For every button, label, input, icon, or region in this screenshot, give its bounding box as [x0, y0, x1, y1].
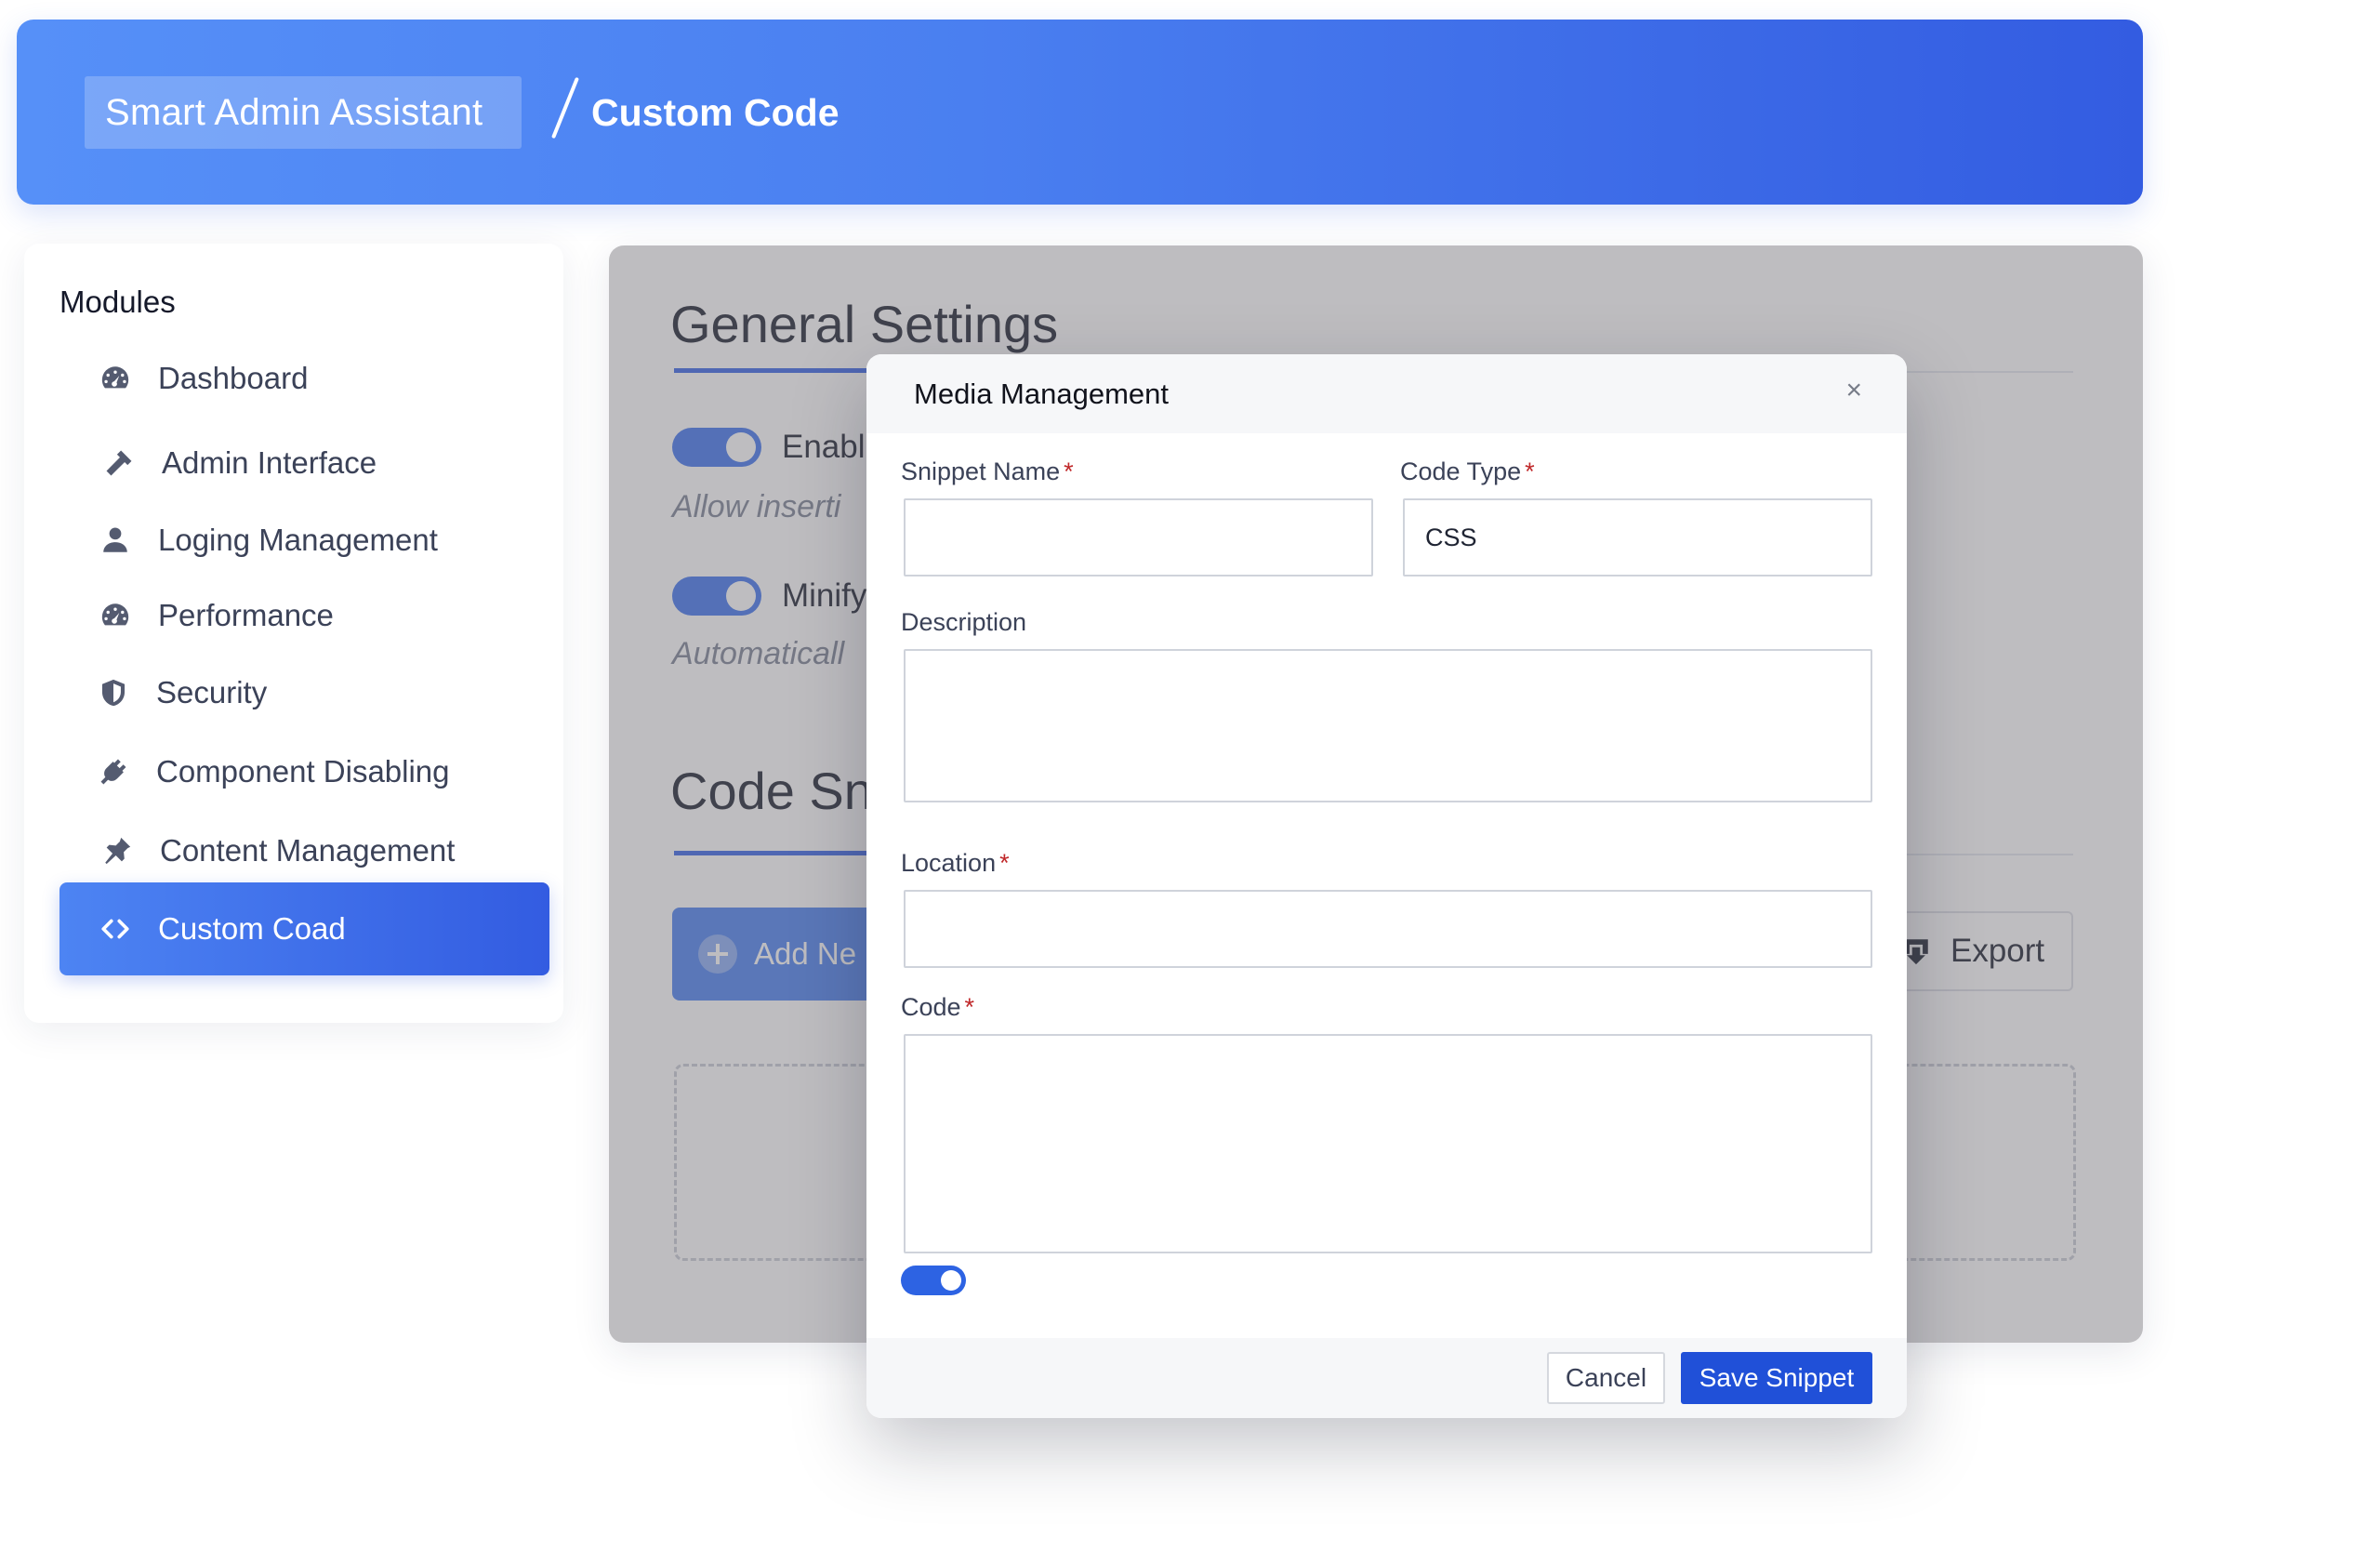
code-type-label: Code Type *: [1400, 457, 1535, 486]
breadcrumb-home[interactable]: Smart Admin Assistant: [85, 76, 522, 149]
code-label: Code *: [901, 993, 974, 1022]
page: Smart Admin Assistant Custom Code Module…: [0, 0, 2380, 1564]
dashboard-gauge-icon: [97, 360, 134, 397]
user-icon: [97, 522, 134, 559]
close-icon[interactable]: ×: [1845, 375, 1862, 406]
code-type-input[interactable]: [1403, 498, 1872, 577]
sidebar-item-label: Custom Coad: [158, 911, 346, 946]
code-type-label-text: Code Type: [1400, 457, 1522, 485]
location-input[interactable]: [904, 890, 1872, 968]
required-mark: *: [1064, 457, 1074, 485]
shield-icon: [95, 674, 132, 711]
snippet-active-toggle[interactable]: [901, 1266, 966, 1295]
sidebar-item-performance[interactable]: Performance: [60, 581, 549, 650]
hammer-icon: [100, 444, 138, 482]
sidebar-item-label: Component Disabling: [156, 754, 450, 789]
sidebar-item-component-disabling[interactable]: Component Disabling: [60, 737, 549, 806]
sidebar-item-label: Content Management: [160, 833, 456, 868]
sidebar-title: Modules: [60, 285, 176, 319]
description-label: Description: [901, 608, 1027, 636]
sidebar-item-label: Admin Interface: [162, 445, 377, 480]
modal-header: Media Management ×: [866, 354, 1907, 433]
code-label-text: Code: [901, 993, 961, 1021]
sidebar-item-loging-management[interactable]: Loging Management: [60, 506, 549, 575]
plug-icon: [95, 753, 132, 790]
snippet-name-label-text: Snippet Name: [901, 457, 1061, 485]
location-label-text: Location: [901, 849, 997, 877]
required-mark: *: [1525, 457, 1535, 485]
sidebar-item-label: Dashboard: [158, 361, 309, 395]
sidebar-item-admin-interface[interactable]: Admin Interface: [60, 429, 549, 497]
performance-gauge-icon: [97, 597, 134, 634]
cancel-button[interactable]: Cancel: [1547, 1352, 1665, 1404]
code-icon: [97, 910, 134, 948]
sidebar-item-label: Security: [156, 675, 268, 709]
sidebar-item-label: Performance: [158, 598, 334, 632]
snippet-name-label: Snippet Name *: [901, 457, 1074, 486]
required-mark: *: [964, 993, 975, 1021]
top-header: Smart Admin Assistant Custom Code: [17, 20, 2143, 205]
sidebar-item-custom-code[interactable]: Custom Coad: [60, 882, 549, 975]
breadcrumb-current: Custom Code: [591, 91, 840, 134]
modal-title: Media Management: [914, 378, 1169, 410]
sidebar: Modules Dashboard Admin Interface Loging…: [24, 244, 563, 1023]
snippet-name-input[interactable]: [904, 498, 1373, 577]
required-mark: *: [999, 849, 1010, 877]
sidebar-item-label: Loging Management: [158, 523, 438, 557]
sidebar-item-security[interactable]: Security: [60, 658, 549, 727]
breadcrumb-separator: [551, 76, 579, 139]
save-snippet-button[interactable]: Save Snippet: [1681, 1352, 1872, 1404]
code-textarea[interactable]: [904, 1034, 1872, 1253]
sidebar-item-content-management[interactable]: Content Management: [60, 816, 549, 885]
snippet-modal: Media Management × Snippet Name * Code Ty…: [866, 354, 1907, 1418]
description-textarea[interactable]: [904, 649, 1872, 802]
sidebar-item-dashboard[interactable]: Dashboard: [60, 344, 549, 413]
pin-icon: [99, 832, 136, 869]
modal-footer: Cancel Save Snippet: [866, 1338, 1907, 1418]
location-label: Location *: [901, 849, 1010, 878]
